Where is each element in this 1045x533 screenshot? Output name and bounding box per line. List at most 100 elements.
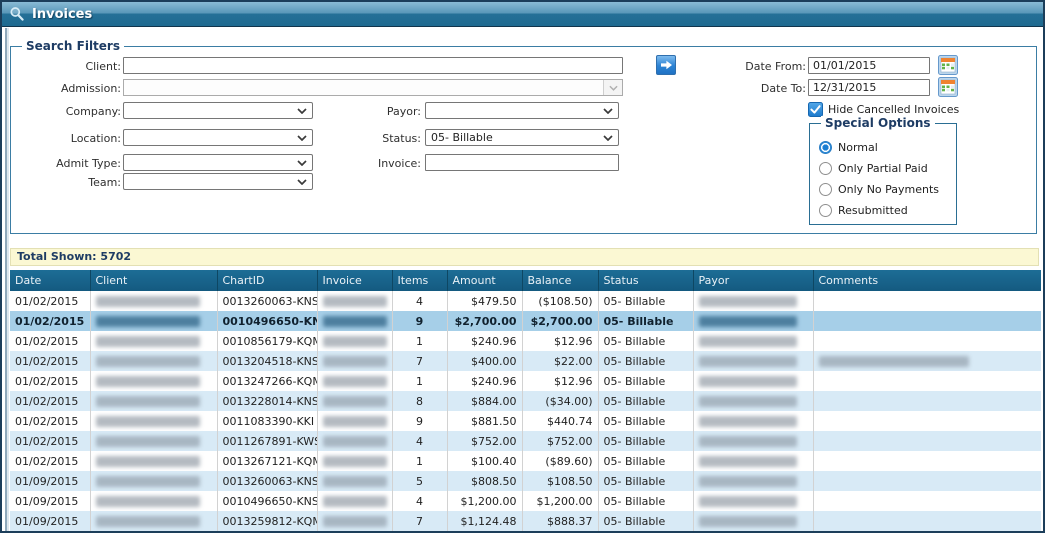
redacted-invoice-text xyxy=(323,376,387,387)
radio-button-icon[interactable] xyxy=(819,183,832,196)
client-input[interactable] xyxy=(123,57,623,74)
special-options-list: NormalOnly Partial PaidOnly No PaymentsR… xyxy=(819,137,954,221)
cell-comments xyxy=(813,311,1041,331)
radio-option-only-partial-paid[interactable]: Only Partial Paid xyxy=(819,158,954,179)
admit-type-select[interactable] xyxy=(123,154,313,171)
cell-payor xyxy=(693,431,813,451)
column-header-balance[interactable]: Balance xyxy=(522,270,598,291)
column-header-items[interactable]: Items xyxy=(392,270,447,291)
redacted-payor-text xyxy=(699,336,797,347)
redacted-payor-text xyxy=(699,296,797,307)
redacted-client-text xyxy=(96,336,200,347)
cell-balance: $22.00 xyxy=(522,351,598,371)
column-header-status[interactable]: Status xyxy=(598,270,693,291)
cell-comments xyxy=(813,431,1041,451)
cell-status: 05- Billable xyxy=(598,391,693,411)
cell-date: 01/09/2015 xyxy=(10,491,90,511)
cell-chartid: 0013247266-KQM xyxy=(217,371,317,391)
column-header-chartid[interactable]: ChartID xyxy=(217,270,317,291)
total-shown-bar: Total Shown: 5702 xyxy=(10,248,1039,266)
cell-date: 01/09/2015 xyxy=(10,471,90,491)
cell-invoice xyxy=(317,391,392,411)
redacted-invoice-text xyxy=(323,496,387,507)
cell-balance: $1,200.00 xyxy=(522,491,598,511)
invoice-input[interactable] xyxy=(425,154,619,171)
total-shown-text: Total Shown: 5702 xyxy=(17,250,131,263)
cell-payor xyxy=(693,331,813,351)
cell-comments xyxy=(813,331,1041,351)
cell-comments xyxy=(813,371,1041,391)
date-to-calendar-button[interactable] xyxy=(938,77,958,97)
table-row[interactable]: 01/09/20150013259812-KQM7$1,124.48$888.3… xyxy=(10,511,1041,531)
cell-date: 01/02/2015 xyxy=(10,311,90,331)
cell-payor xyxy=(693,451,813,471)
cell-balance: $12.96 xyxy=(522,331,598,351)
invoice-label: Invoice: xyxy=(325,156,421,171)
cell-comments xyxy=(813,391,1041,411)
table-row[interactable]: 01/02/20150011267891-KWS4$752.00$752.000… xyxy=(10,431,1041,451)
date-from-calendar-button[interactable] xyxy=(938,55,958,75)
client-label: Client: xyxy=(11,59,121,74)
cell-status: 05- Billable xyxy=(598,371,693,391)
cell-status: 05- Billable xyxy=(598,291,693,311)
table-row[interactable]: 01/02/20150013260063-KNS4$479.50($108.50… xyxy=(10,291,1041,311)
hide-cancelled-label: Hide Cancelled Invoices xyxy=(828,103,959,116)
cell-comments xyxy=(813,411,1041,431)
table-row[interactable]: 01/02/20150010496650-KNS9$2,700.00$2,700… xyxy=(10,311,1041,331)
radio-option-resubmitted[interactable]: Resubmitted xyxy=(819,200,954,221)
cell-amount: $1,124.48 xyxy=(447,511,522,531)
radio-button-icon[interactable] xyxy=(819,204,832,217)
column-header-invoice[interactable]: Invoice xyxy=(317,270,392,291)
chevron-down-icon xyxy=(609,85,618,91)
redacted-client-text xyxy=(96,516,200,527)
redacted-client-text xyxy=(96,456,200,467)
status-select[interactable]: 05- Billable xyxy=(425,129,619,146)
checkbox-checked-icon[interactable] xyxy=(808,102,823,117)
table-row[interactable]: 01/02/20150013267121-KQM1$100.40($89.60)… xyxy=(10,451,1041,471)
cell-invoice xyxy=(317,491,392,511)
table-row[interactable]: 01/02/20150011083390-KKI9$881.50$440.740… xyxy=(10,411,1041,431)
search-go-button[interactable] xyxy=(656,55,676,75)
redacted-invoice-text xyxy=(323,456,387,467)
team-select[interactable] xyxy=(123,173,313,190)
redacted-invoice-text xyxy=(323,296,387,307)
table-row[interactable]: 01/09/20150010496650-KNS4$1,200.00$1,200… xyxy=(10,491,1041,511)
location-select[interactable] xyxy=(123,129,313,146)
cell-amount: $240.96 xyxy=(447,371,522,391)
cell-invoice xyxy=(317,431,392,451)
date-to-input[interactable] xyxy=(808,79,930,96)
radio-option-only-no-payments[interactable]: Only No Payments xyxy=(819,179,954,200)
redacted-payor-text xyxy=(699,416,797,427)
radio-button-icon[interactable] xyxy=(819,141,832,154)
table-row[interactable]: 01/02/20150013228014-KNS8$884.00($34.00)… xyxy=(10,391,1041,411)
company-select[interactable] xyxy=(123,102,313,119)
table-row[interactable]: 01/02/20150013247266-KQM1$240.96$12.9605… xyxy=(10,371,1041,391)
payor-select[interactable] xyxy=(425,102,619,119)
table-row[interactable]: 01/02/20150010856179-KQM1$240.96$12.9605… xyxy=(10,331,1041,351)
redacted-invoice-text xyxy=(323,316,387,327)
cell-date: 01/02/2015 xyxy=(10,391,90,411)
cell-client xyxy=(90,431,217,451)
cell-client xyxy=(90,371,217,391)
special-options-legend: Special Options xyxy=(821,116,935,130)
column-header-client[interactable]: Client xyxy=(90,270,217,291)
column-header-date[interactable]: Date xyxy=(10,270,90,291)
left-rail-divider xyxy=(5,28,7,531)
cell-invoice xyxy=(317,371,392,391)
cell-amount: $881.50 xyxy=(447,411,522,431)
cell-client xyxy=(90,311,217,331)
column-header-amount[interactable]: Amount xyxy=(447,270,522,291)
table-row[interactable]: 01/09/20150013260063-KNS5$808.50$108.500… xyxy=(10,471,1041,491)
team-label: Team: xyxy=(11,175,121,190)
radio-button-icon[interactable] xyxy=(819,162,832,175)
cell-comments xyxy=(813,471,1041,491)
table-body: 01/02/20150013260063-KNS4$479.50($108.50… xyxy=(10,291,1041,531)
hide-cancelled-checkbox[interactable]: Hide Cancelled Invoices xyxy=(808,101,959,117)
radio-option-normal[interactable]: Normal xyxy=(819,137,954,158)
column-header-payor[interactable]: Payor xyxy=(693,270,813,291)
cell-invoice xyxy=(317,411,392,431)
table-row[interactable]: 01/02/20150013204518-KNS7$400.00$22.0005… xyxy=(10,351,1041,371)
cell-comments xyxy=(813,511,1041,531)
date-from-input[interactable] xyxy=(808,57,930,74)
column-header-comments[interactable]: Comments xyxy=(813,270,1041,291)
